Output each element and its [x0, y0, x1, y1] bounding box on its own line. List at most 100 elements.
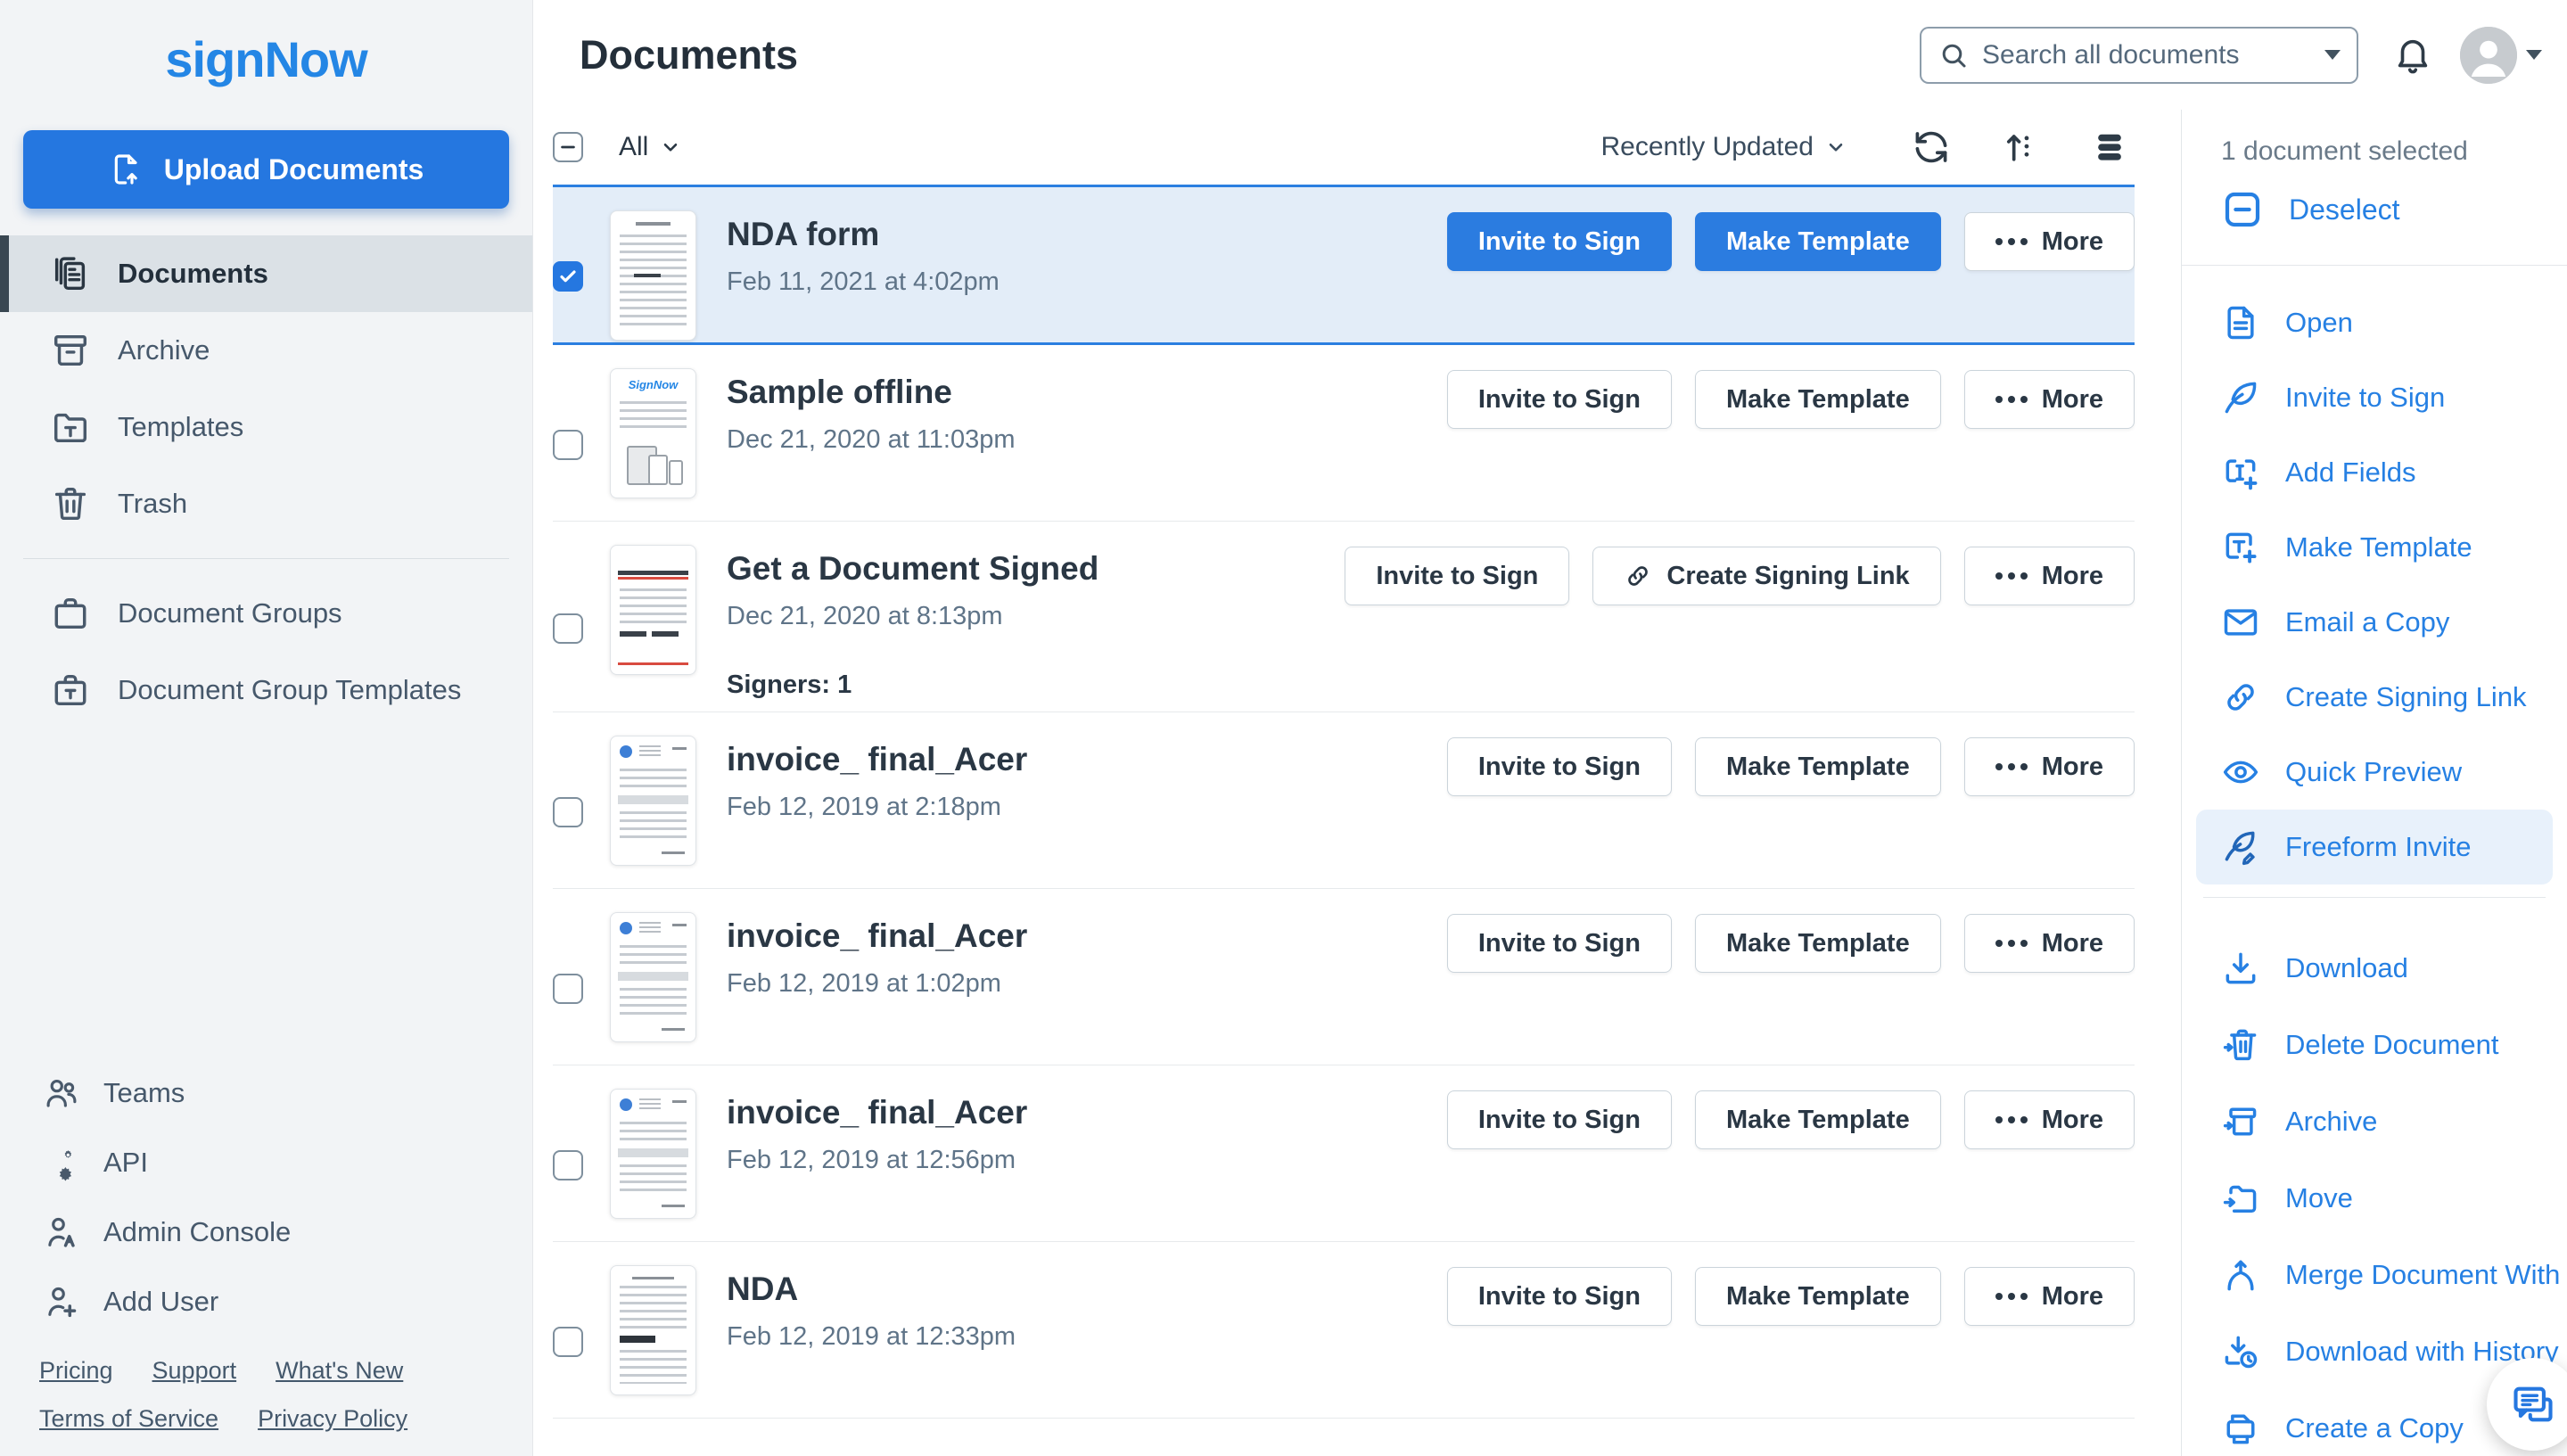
row-checkbox[interactable]: [553, 1149, 583, 1180]
document-row[interactable]: NDA form Feb 11, 2021 at 4:02pm Invite t…: [553, 185, 2135, 345]
panel-item-add-fields[interactable]: Add Fields: [2182, 435, 2567, 510]
list-toolbar: All Recently Updated: [553, 110, 2135, 185]
document-thumbnail[interactable]: [610, 1265, 696, 1395]
search-scope-caret-icon[interactable]: [2324, 50, 2341, 60]
invite-to-sign-button[interactable]: Invite to Sign: [1446, 737, 1672, 796]
document-row[interactable]: invoice_ final_Acer Feb 12, 2019 at 2:18…: [553, 712, 2135, 889]
filter-dropdown[interactable]: All: [619, 132, 682, 162]
document-row[interactable]: NDA Feb 12, 2019 at 12:33pm Invite to Si…: [553, 1242, 2135, 1419]
make-template-button[interactable]: Make Template: [1694, 370, 1941, 429]
eye-icon: [2221, 753, 2260, 792]
document-row[interactable]: invoice_ final_Acer Feb 12, 2019 at 12:5…: [553, 1065, 2135, 1242]
sidebar-item-document-groups[interactable]: Document Groups: [0, 575, 532, 652]
sidebar-item-templates[interactable]: Templates: [0, 389, 532, 465]
notifications-bell-icon[interactable]: [2392, 35, 2433, 76]
panel-item-move[interactable]: Move: [2182, 1160, 2567, 1237]
document-thumbnail[interactable]: [610, 912, 696, 1042]
row-checkbox[interactable]: [553, 1326, 583, 1357]
more-button[interactable]: More: [1963, 737, 2135, 796]
sidebar-item-label: Document Groups: [118, 597, 342, 629]
invite-to-sign-button[interactable]: Invite to Sign: [1446, 914, 1672, 973]
make-template-button[interactable]: Make Template: [1694, 1267, 1941, 1326]
sort-direction-icon[interactable]: [2001, 128, 2040, 167]
sidebar-item-trash[interactable]: Trash: [0, 465, 532, 542]
panel-item-quick-preview[interactable]: Quick Preview: [2182, 735, 2567, 810]
document-rows: NDA form Feb 11, 2021 at 4:02pm Invite t…: [553, 185, 2135, 1456]
account-menu[interactable]: [2460, 26, 2542, 84]
sidebar-item-documents[interactable]: Documents: [0, 235, 532, 312]
archive-action-icon: [2221, 1102, 2260, 1141]
document-title[interactable]: invoice_ final_Acer: [727, 1094, 1027, 1131]
make-template-button[interactable]: Make Template: [1694, 737, 1941, 796]
deselect-button[interactable]: Deselect: [2221, 188, 2567, 231]
support-link[interactable]: Support: [152, 1351, 237, 1390]
panel-item-open[interactable]: Open: [2182, 285, 2567, 360]
select-all-checkbox[interactable]: [553, 132, 583, 162]
create-signing-link-button[interactable]: Create Signing Link: [1592, 547, 1941, 605]
sidebar-item-api[interactable]: API: [0, 1128, 532, 1197]
more-button[interactable]: More: [1963, 1267, 2135, 1326]
document-row[interactable]: SignNow Sample offline Dec 21, 2020 at 1…: [553, 345, 2135, 522]
document-title[interactable]: Get a Document Signed: [727, 550, 1098, 588]
panel-item-make-template[interactable]: Make Template: [2182, 510, 2567, 585]
whats-new-link[interactable]: What's New: [276, 1351, 403, 1390]
archive-icon: [50, 330, 91, 371]
terms-of-service-link[interactable]: Terms of Service: [39, 1399, 218, 1438]
document-thumbnail[interactable]: SignNow: [610, 368, 696, 498]
make-template-button[interactable]: Make Template: [1694, 212, 1941, 271]
document-thumbnail[interactable]: [610, 1089, 696, 1219]
refresh-icon[interactable]: [1912, 128, 1951, 167]
make-template-button[interactable]: Make Template: [1694, 914, 1941, 973]
make-template-button[interactable]: Make Template: [1694, 1090, 1941, 1149]
row-checkbox-checked[interactable]: [553, 261, 583, 292]
row-checkbox[interactable]: [553, 796, 583, 827]
document-title[interactable]: Sample offline: [727, 374, 1016, 411]
panel-item-invite-to-sign[interactable]: Invite to Sign: [2182, 360, 2567, 435]
upload-documents-button[interactable]: Upload Documents: [23, 130, 509, 209]
document-thumbnail[interactable]: [610, 545, 696, 675]
sidebar-item-archive[interactable]: Archive: [0, 312, 532, 389]
sidebar-item-teams[interactable]: Teams: [0, 1058, 532, 1128]
avatar[interactable]: [2460, 26, 2517, 84]
search-input[interactable]: [1982, 39, 2312, 70]
panel-item-download[interactable]: Download: [2182, 930, 2567, 1007]
panel-item-freeform-invite[interactable]: Freeform Invite: [2196, 810, 2553, 884]
more-dots-icon: [1995, 238, 2028, 245]
document-title[interactable]: NDA: [727, 1271, 1016, 1308]
document-title[interactable]: invoice_ final_Acer: [727, 741, 1027, 778]
sidebar-item-add-user[interactable]: Add User: [0, 1267, 532, 1337]
document-row[interactable]: invoice_ final_Acer Feb 12, 2019 at 1:02…: [553, 889, 2135, 1065]
more-button[interactable]: More: [1963, 370, 2135, 429]
sidebar-item-admin-console[interactable]: Admin Console: [0, 1197, 532, 1267]
document-thumbnail[interactable]: [610, 210, 696, 341]
more-button[interactable]: More: [1963, 212, 2135, 271]
more-button[interactable]: More: [1963, 547, 2135, 605]
panel-item-archive[interactable]: Archive: [2182, 1083, 2567, 1160]
pricing-link[interactable]: Pricing: [39, 1351, 113, 1390]
sidebar-item-label: API: [103, 1147, 148, 1178]
document-title[interactable]: invoice_ final_Acer: [727, 917, 1027, 955]
privacy-policy-link[interactable]: Privacy Policy: [258, 1399, 407, 1438]
invite-to-sign-button[interactable]: Invite to Sign: [1446, 1090, 1672, 1149]
panel-item-create-signing-link[interactable]: Create Signing Link: [2182, 660, 2567, 735]
more-button[interactable]: More: [1963, 914, 2135, 973]
invite-to-sign-button[interactable]: Invite to Sign: [1446, 370, 1672, 429]
document-thumbnail[interactable]: [610, 736, 696, 866]
invite-to-sign-button[interactable]: Invite to Sign: [1446, 212, 1672, 271]
invite-to-sign-button[interactable]: Invite to Sign: [1345, 547, 1570, 605]
sort-order-dropdown[interactable]: Recently Updated: [1601, 132, 1847, 162]
panel-item-merge-document-with[interactable]: Merge Document With: [2182, 1237, 2567, 1313]
list-view-icon[interactable]: [2090, 128, 2129, 167]
invite-to-sign-button[interactable]: Invite to Sign: [1446, 1267, 1672, 1326]
panel-item-delete-document[interactable]: Delete Document: [2182, 1007, 2567, 1083]
panel-item-email-a-copy[interactable]: Email a Copy: [2182, 585, 2567, 660]
search-box[interactable]: [1920, 26, 2358, 84]
document-row[interactable]: Get a Document Signed Dec 21, 2020 at 8:…: [553, 522, 2135, 712]
row-checkbox[interactable]: [553, 613, 583, 644]
more-button[interactable]: More: [1963, 1090, 2135, 1149]
sidebar-item-document-group-templates[interactable]: Document Group Templates: [0, 652, 532, 728]
row-checkbox[interactable]: [553, 429, 583, 460]
row-checkbox[interactable]: [553, 973, 583, 1004]
document-title[interactable]: NDA form: [727, 216, 1000, 253]
search-icon: [1938, 39, 1970, 71]
